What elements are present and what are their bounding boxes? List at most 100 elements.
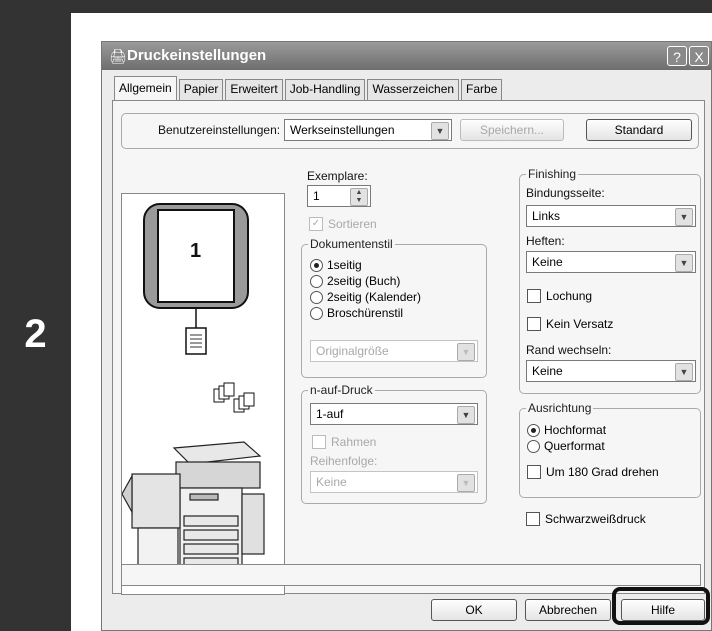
radio-hochformat[interactable]: Hochformat bbox=[527, 423, 606, 437]
binding-value: Links bbox=[532, 209, 561, 223]
n-up-select[interactable]: 1-auf ▼ bbox=[310, 403, 478, 425]
orientation-group: Ausrichtung Hochformat Querformat Um 180… bbox=[519, 401, 701, 498]
top-rule bbox=[71, 0, 712, 13]
preview-graphic bbox=[121, 203, 265, 573]
chevron-down-icon: ▼ bbox=[457, 343, 475, 361]
chevron-down-icon: ▼ bbox=[675, 254, 693, 272]
check-icon: ✓ bbox=[309, 217, 323, 231]
cancel-button[interactable]: Abbrechen bbox=[525, 599, 611, 621]
staple-label: Heften: bbox=[526, 234, 565, 248]
radio-dot bbox=[310, 258, 323, 272]
tab-papier[interactable]: Papier bbox=[178, 79, 224, 100]
radio-label: 1seitig bbox=[327, 258, 362, 272]
radio-1seitig[interactable]: 1seitig bbox=[310, 258, 362, 272]
chevron-down-icon: ▼ bbox=[457, 474, 475, 492]
binding-select[interactable]: Links ▼ bbox=[526, 205, 696, 227]
offset-label: Kein Versatz bbox=[546, 317, 614, 331]
tab-erweitert[interactable]: Erweitert bbox=[225, 79, 283, 100]
margin-value: Keine bbox=[532, 364, 563, 378]
booklet-size-select[interactable]: Originalgröße ▼ bbox=[310, 340, 478, 362]
staple-value: Keine bbox=[532, 255, 563, 269]
booklet-size-value: Originalgröße bbox=[316, 344, 389, 358]
copies-value: 1 bbox=[313, 189, 320, 203]
dialog-title: Druckeinstellungen bbox=[127, 47, 267, 64]
binding-label: Bindungsseite: bbox=[526, 186, 605, 200]
help-title-button[interactable]: ? bbox=[667, 46, 687, 66]
radio-label: Querformat bbox=[544, 439, 605, 453]
margin-select[interactable]: Keine ▼ bbox=[526, 360, 696, 382]
tab-farbe[interactable]: Farbe bbox=[461, 79, 503, 100]
border-checkbox[interactable]: Rahmen bbox=[312, 435, 376, 449]
radio-broschuerenstil[interactable]: Broschürenstil bbox=[310, 306, 403, 320]
rotate-180-label: Um 180 Grad drehen bbox=[546, 465, 659, 479]
user-settings-label: Benutzereinstellungen: bbox=[158, 123, 281, 137]
status-bar bbox=[121, 564, 701, 586]
order-label: Reihenfolge: bbox=[310, 454, 378, 468]
tab-strip: Allgemein Papier Erweitert Job-Handling … bbox=[114, 76, 504, 103]
tab-allgemein[interactable]: Allgemein bbox=[114, 76, 177, 103]
finishing-group: Finishing Bindungsseite: Links ▼ Heften:… bbox=[519, 167, 701, 394]
step-number: 2 bbox=[24, 312, 47, 356]
collate-label: Sortieren bbox=[328, 217, 377, 231]
tab-job-handling[interactable]: Job-Handling bbox=[284, 79, 366, 100]
order-value: Keine bbox=[316, 475, 347, 489]
user-settings-select[interactable]: Werkseinstellungen ▼ bbox=[284, 119, 452, 141]
printer-preview: 1 bbox=[121, 193, 285, 595]
punch-checkbox[interactable]: Lochung bbox=[527, 289, 592, 303]
n-up-legend: n-auf-Druck bbox=[308, 383, 375, 397]
spinner-arrows-icon: ▲ ▼ bbox=[350, 188, 368, 206]
checkbox-box bbox=[526, 512, 540, 526]
checkbox-box bbox=[312, 435, 326, 449]
radio-querformat[interactable]: Querformat bbox=[527, 439, 605, 453]
orientation-legend: Ausrichtung bbox=[526, 401, 594, 415]
title-bar[interactable]: 🖨 Druckeinstellungen ? X bbox=[102, 42, 711, 70]
checkbox-box bbox=[527, 465, 541, 479]
radio-dot bbox=[527, 439, 540, 453]
radio-label: 2seitig (Buch) bbox=[327, 274, 401, 288]
border-label: Rahmen bbox=[331, 435, 377, 449]
user-settings-group: Benutzereinstellungen: Werkseinstellunge… bbox=[121, 113, 699, 149]
copies-spinner[interactable]: 1 ▲ ▼ bbox=[307, 185, 371, 207]
bw-print-checkbox[interactable]: Schwarzweißdruck bbox=[526, 512, 646, 526]
order-select[interactable]: Keine ▼ bbox=[310, 471, 478, 493]
n-up-value: 1-auf bbox=[316, 407, 344, 421]
chevron-down-icon: ▼ bbox=[431, 122, 449, 140]
ok-button[interactable]: OK bbox=[431, 599, 517, 621]
radio-2seitig-buch[interactable]: 2seitig (Buch) bbox=[310, 274, 400, 288]
staple-select[interactable]: Keine ▼ bbox=[526, 251, 696, 273]
user-settings-value: Werkseinstellungen bbox=[290, 123, 395, 137]
rotate-180-checkbox[interactable]: Um 180 Grad drehen bbox=[527, 465, 659, 479]
tab-panel-allgemein: Benutzereinstellungen: Werkseinstellunge… bbox=[112, 100, 705, 595]
tab-wasserzeichen[interactable]: Wasserzeichen bbox=[367, 79, 460, 100]
document-style-legend: Dokumentenstil bbox=[308, 237, 395, 251]
close-button[interactable]: X bbox=[689, 46, 709, 66]
collate-checkbox[interactable]: ✓ Sortieren bbox=[309, 217, 377, 231]
help-button-highlight bbox=[612, 587, 710, 625]
radio-label: Broschürenstil bbox=[327, 306, 404, 320]
radio-dot bbox=[310, 290, 323, 304]
offset-checkbox[interactable]: Kein Versatz bbox=[527, 317, 613, 331]
save-button[interactable]: Speichern... bbox=[460, 119, 564, 141]
radio-dot bbox=[527, 423, 540, 437]
checkbox-box bbox=[527, 289, 541, 303]
radio-dot bbox=[310, 306, 323, 320]
chevron-down-icon: ▼ bbox=[457, 406, 475, 424]
radio-label: Hochformat bbox=[544, 423, 607, 437]
standard-button[interactable]: Standard bbox=[586, 119, 692, 141]
finishing-legend: Finishing bbox=[526, 167, 579, 181]
radio-dot bbox=[310, 274, 323, 288]
printer-icon: 🖨 bbox=[109, 48, 127, 64]
radio-2seitig-kalender[interactable]: 2seitig (Kalender) bbox=[310, 290, 421, 304]
chevron-down-icon: ▼ bbox=[675, 208, 693, 226]
margin-label: Rand wechseln: bbox=[526, 343, 612, 357]
print-settings-dialog: 🖨 Druckeinstellungen ? X Allgemein Papie… bbox=[101, 41, 712, 631]
checkbox-box bbox=[527, 317, 541, 331]
copies-label: Exemplare: bbox=[307, 169, 368, 183]
preview-page-number: 1 bbox=[190, 240, 202, 262]
radio-label: 2seitig (Kalender) bbox=[327, 290, 422, 304]
n-up-group: n-auf-Druck 1-auf ▼ Rahmen Reihenfolge: … bbox=[301, 383, 487, 504]
punch-label: Lochung bbox=[546, 289, 593, 303]
chevron-down-icon: ▼ bbox=[675, 363, 693, 381]
document-style-group: Dokumentenstil 1seitig 2seitig (Buch) 2s… bbox=[301, 237, 487, 378]
bw-print-label: Schwarzweißdruck bbox=[545, 512, 646, 526]
